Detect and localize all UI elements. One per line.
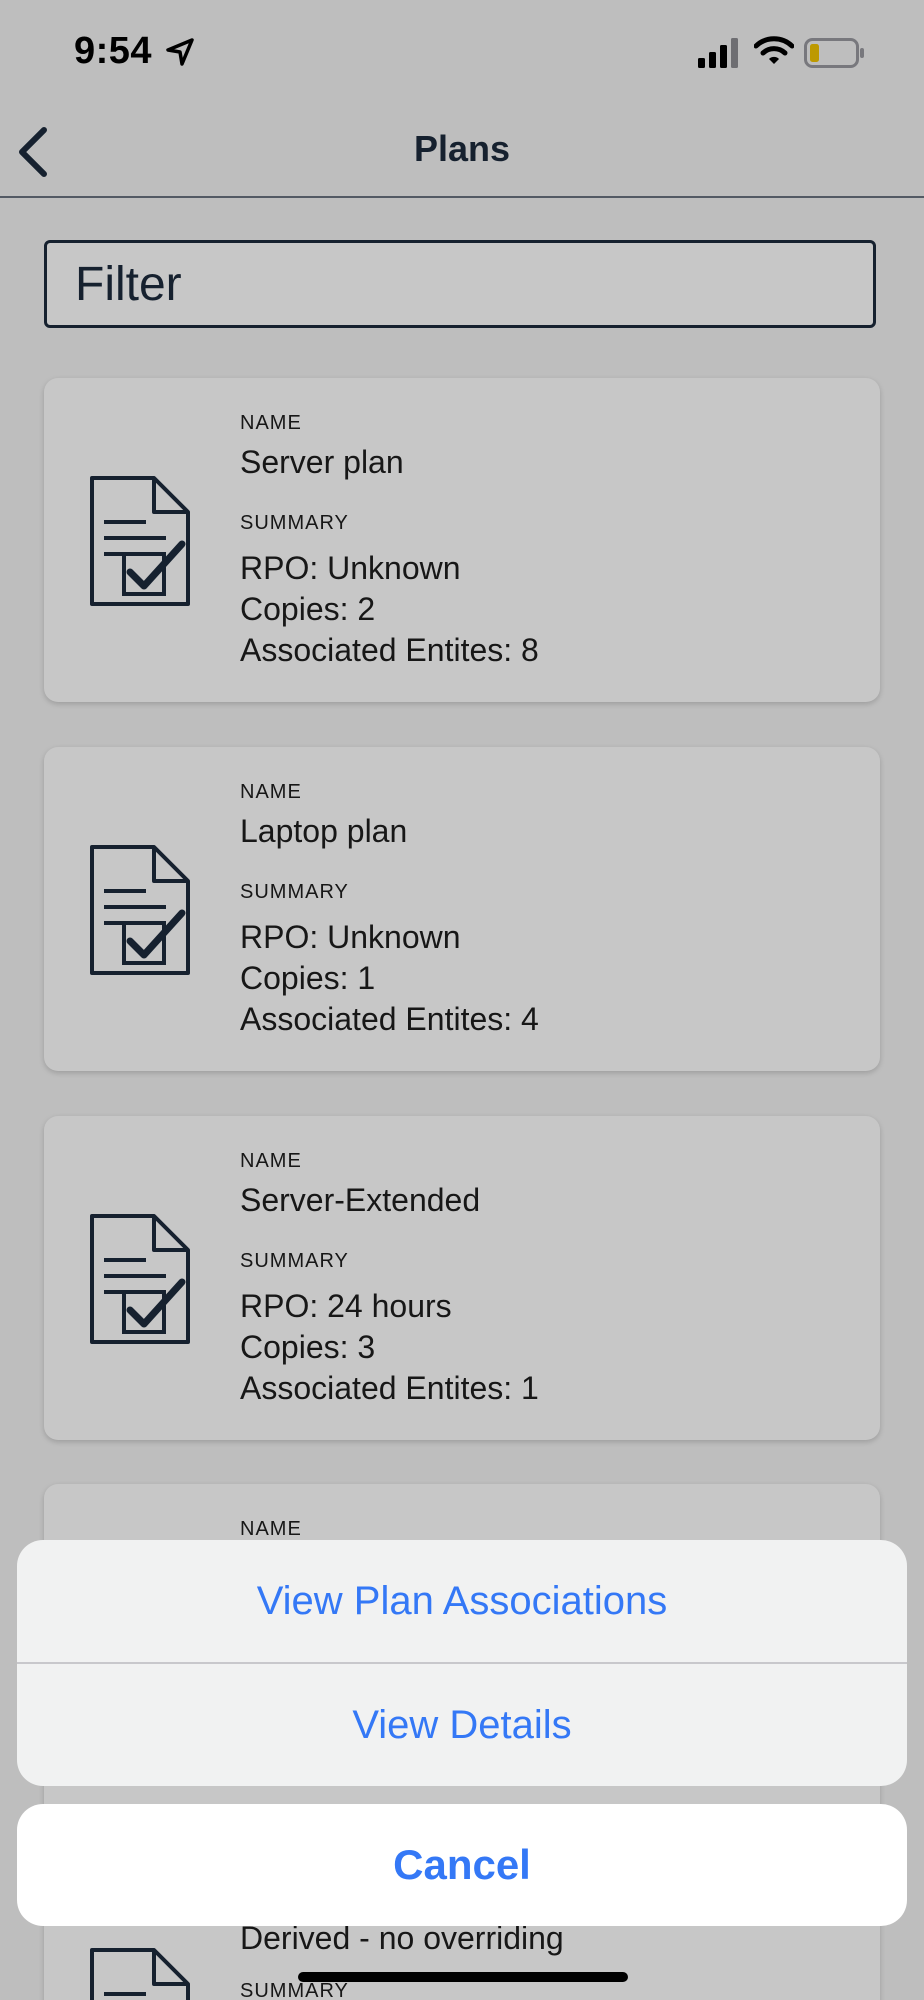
view-plan-associations-button[interactable]: View Plan Associations	[17, 1540, 907, 1662]
view-details-button[interactable]: View Details	[17, 1664, 907, 1786]
cancel-button[interactable]: Cancel	[17, 1804, 907, 1926]
action-sheet: View Plan Associations View Details	[17, 1540, 907, 1786]
plans-screen: 9:54 Plans Filter NAME Server plan SUMMA…	[0, 0, 924, 2000]
home-indicator[interactable]	[298, 1972, 628, 1982]
